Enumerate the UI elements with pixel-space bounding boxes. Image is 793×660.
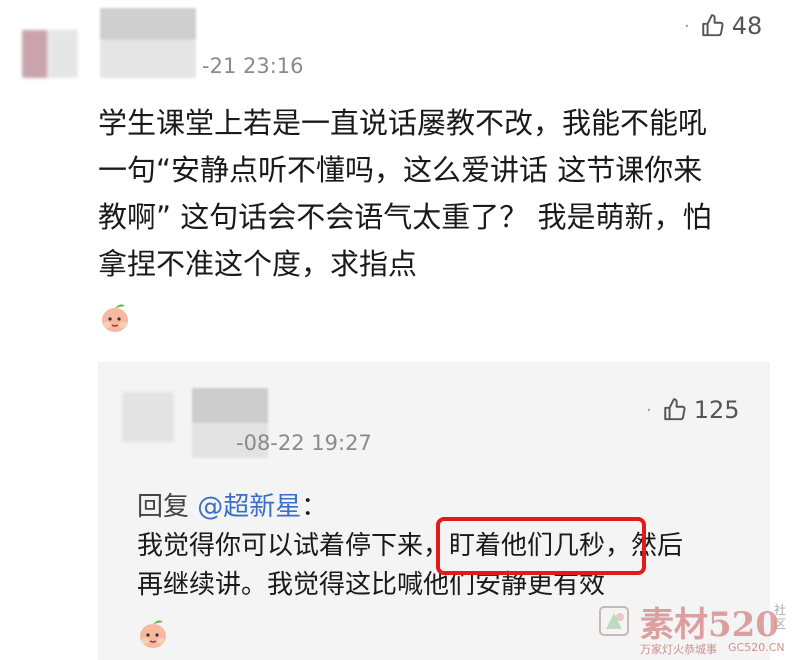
comment-line: 拿捏不准这个度，求指点 [98, 247, 418, 281]
comment-line: 学生课堂上若是一直说话屡教不改，我能不能吼 [98, 106, 708, 140]
watermark-logo-icon [599, 606, 629, 636]
thumbs-up-icon [664, 398, 686, 421]
comment-line: 一句“安静点听不懂吗，这么爱讲话 这节课你来 [98, 153, 703, 187]
reply-colon: ： [301, 492, 328, 522]
comment-line: 教啊” 这句话会不会语气太重了？ 我是萌新，怕 [98, 200, 712, 234]
peach-emoji-icon [140, 620, 166, 648]
reply-timestamp: -08-22 19:27 [236, 431, 372, 455]
menu-dot-icon[interactable]: · [684, 16, 690, 37]
commenter-avatar[interactable] [22, 30, 78, 78]
watermark-side: 社区 [774, 603, 787, 631]
comment-timestamp: -21 23:16 [202, 54, 304, 78]
watermark-slogan: 万家灯火恭城事 [640, 643, 717, 656]
watermark-url: GC520.CN [728, 641, 785, 654]
reply-like-count: 125 [693, 396, 740, 424]
watermark-title: 素材520 [640, 605, 779, 645]
commenter-name-blurred[interactable] [100, 8, 196, 78]
reply-prefix: 回复 [137, 492, 198, 522]
comment-body: 学生课堂上若是一直说话屡教不改，我能不能吼 一句“安静点听不懂吗，这么爱讲话 这… [98, 100, 778, 288]
menu-dot-icon[interactable]: · [646, 400, 652, 421]
comment-like-count: 48 [731, 12, 763, 40]
peach-emoji-icon [102, 304, 128, 332]
reply-like-button[interactable]: · 125 [646, 396, 740, 424]
mention-link[interactable]: @超新星 [197, 492, 301, 522]
highlight-annotation [436, 517, 646, 575]
site-watermark: 素材520 社区 万家灯火恭城事 GC520.CN [596, 595, 793, 660]
replier-avatar[interactable] [122, 392, 174, 442]
thumbs-up-icon [702, 14, 724, 37]
comment-like-button[interactable]: · 48 [684, 12, 762, 40]
